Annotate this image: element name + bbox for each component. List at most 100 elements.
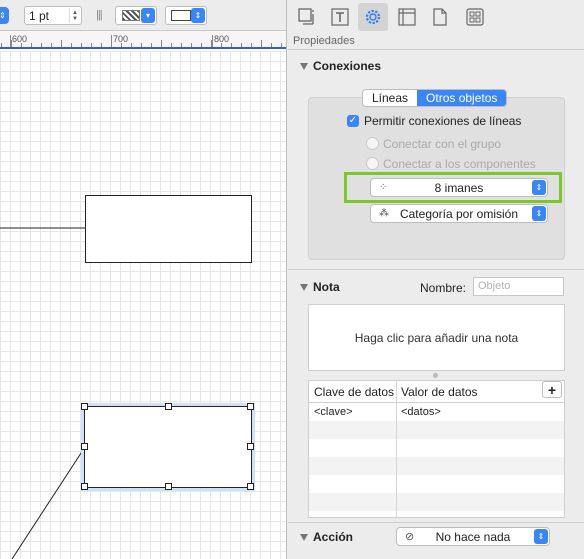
ruler-minor-tick	[71, 43, 72, 47]
ruler-minor-tick	[61, 40, 62, 47]
disclosure-triangle-icon	[300, 283, 308, 291]
resize-handle[interactable]	[247, 403, 254, 410]
table-row-empty	[309, 439, 564, 457]
resize-handle[interactable]	[81, 483, 88, 490]
disclosure-triangle-icon	[300, 62, 308, 70]
inspector-tabs	[288, 0, 584, 33]
ruler-minor-tick	[171, 43, 172, 47]
canvas-pane: ⇕ 1 pt ▲▼ ||| ▾ ⇕ 600 700 800	[0, 0, 287, 559]
document-icon	[433, 8, 447, 26]
segment-other-objects[interactable]: Otros objetos	[417, 90, 507, 106]
ruler-minor-tick	[41, 43, 42, 47]
style-toolbar: ⇕ 1 pt ▲▼ ||| ▾ ⇕	[0, 0, 286, 31]
note-section-header[interactable]: Nota	[300, 280, 340, 294]
table-row-empty	[309, 457, 564, 475]
resize-handle[interactable]	[247, 443, 254, 450]
section-title: Conexiones	[313, 59, 382, 73]
tab-canvas[interactable]	[392, 3, 422, 31]
pattern-swatch-icon	[122, 10, 140, 21]
data-table: Clave de datos Valor de datos <clave> <d…	[308, 380, 565, 518]
divider	[288, 269, 584, 270]
ruler-minor-tick	[31, 43, 32, 47]
chevron-updown-icon: ⇕	[534, 529, 548, 544]
table-header: Clave de datos Valor de datos	[309, 381, 564, 403]
add-row-button[interactable]: +	[542, 381, 562, 398]
divider	[288, 49, 584, 50]
ruler-minor-tick	[261, 40, 262, 47]
stroke-style-popup[interactable]: ⇕	[165, 6, 207, 25]
ruler-minor-tick	[201, 43, 202, 47]
previous-stepper-button[interactable]: ⇕	[0, 7, 9, 24]
connection-category-icon: ⁂	[379, 208, 389, 219]
connect-components-label: Conectar a los componentes	[383, 157, 536, 171]
line-width-value: 1 pt	[29, 9, 50, 23]
ruler-minor-tick	[191, 43, 192, 47]
tab-properties[interactable]	[358, 3, 388, 31]
connect-group-radio[interactable]	[366, 137, 379, 150]
text-icon	[331, 8, 349, 26]
ruler-minor-tick	[221, 43, 222, 47]
table-row-empty	[309, 421, 564, 439]
tab-text[interactable]	[325, 3, 355, 31]
table-row[interactable]: <clave> <datos>	[309, 403, 564, 421]
action-section-header[interactable]: Acción	[300, 530, 353, 544]
resize-handle[interactable]	[247, 483, 254, 490]
name-input[interactable]: Objeto	[473, 277, 564, 296]
no-action-icon: ⊘	[405, 531, 415, 543]
ruler-minor-tick	[91, 43, 92, 47]
ruler-minor-tick	[211, 40, 212, 47]
category-popup[interactable]: ⁂ Categoría por omisión ⇕	[370, 204, 548, 223]
ruler-minor-tick	[111, 40, 112, 47]
resize-icon	[298, 8, 314, 25]
rectangle-shape[interactable]	[85, 195, 252, 263]
disclosure-triangle-icon	[300, 533, 308, 541]
column-header-value[interactable]: Valor de datos	[401, 385, 478, 399]
ruler-minor-tick	[251, 43, 252, 47]
resize-handle[interactable]	[81, 443, 88, 450]
tab-document[interactable]	[425, 3, 455, 31]
chevron-updown-icon: ⇕	[532, 180, 546, 195]
table-row-empty	[309, 493, 564, 511]
splitter-handle[interactable]	[433, 373, 438, 378]
connect-components-radio[interactable]	[366, 157, 379, 170]
ruler-minor-tick	[231, 43, 232, 47]
toolbar-separator-icon: |||	[96, 9, 103, 21]
ruler-minor-tick	[51, 43, 52, 47]
column-header-key[interactable]: Clave de datos	[314, 385, 394, 399]
resize-handle[interactable]	[165, 483, 172, 490]
key-cell[interactable]: <clave>	[314, 406, 353, 418]
action-value: No hace nada	[435, 529, 511, 544]
ruler-minor-tick	[241, 43, 242, 47]
column-separator	[396, 381, 397, 517]
connections-section-header[interactable]: Conexiones	[300, 59, 381, 73]
section-title: Nota	[313, 280, 340, 294]
ruler-minor-tick	[81, 43, 82, 47]
value-cell[interactable]: <datos>	[401, 406, 441, 418]
action-popup[interactable]: ⊘ No hace nada ⇕	[396, 527, 550, 546]
ruler-minor-tick	[121, 43, 122, 47]
selected-rectangle-shape[interactable]	[84, 406, 252, 488]
segment-lines[interactable]: Líneas	[363, 90, 417, 106]
drawing-canvas[interactable]	[0, 51, 286, 559]
ruler-minor-tick	[161, 40, 162, 47]
resize-handle[interactable]	[81, 403, 88, 410]
table-row-empty	[309, 475, 564, 493]
fill-pattern-popup[interactable]: ▾	[115, 6, 157, 25]
magnets-popup[interactable]: ⁘ 8 imanes ⇕	[370, 178, 548, 197]
tab-stencils[interactable]	[460, 3, 490, 31]
ruler-minor-tick	[21, 43, 22, 47]
allow-connections-checkbox[interactable]: ✓	[347, 115, 359, 127]
connections-segmented-control: Líneas Otros objetos	[362, 89, 508, 107]
note-placeholder: Haga clic para añadir una nota	[354, 330, 519, 345]
note-textarea[interactable]: Haga clic para añadir una nota	[308, 304, 565, 371]
ruler-minor-tick	[101, 43, 102, 47]
line-width-field[interactable]: 1 pt ▲ ▼	[24, 6, 82, 25]
ruler-minor-tick	[151, 43, 152, 47]
line-width-stepper-icon[interactable]: ▲ ▼	[69, 8, 80, 23]
ruler-minor-tick	[271, 43, 272, 47]
resize-handle[interactable]	[165, 403, 172, 410]
ruler-minor-tick	[181, 43, 182, 47]
tab-geometry[interactable]	[292, 3, 322, 31]
canvas-icon	[398, 8, 416, 26]
stroke-swatch-icon	[171, 10, 191, 21]
